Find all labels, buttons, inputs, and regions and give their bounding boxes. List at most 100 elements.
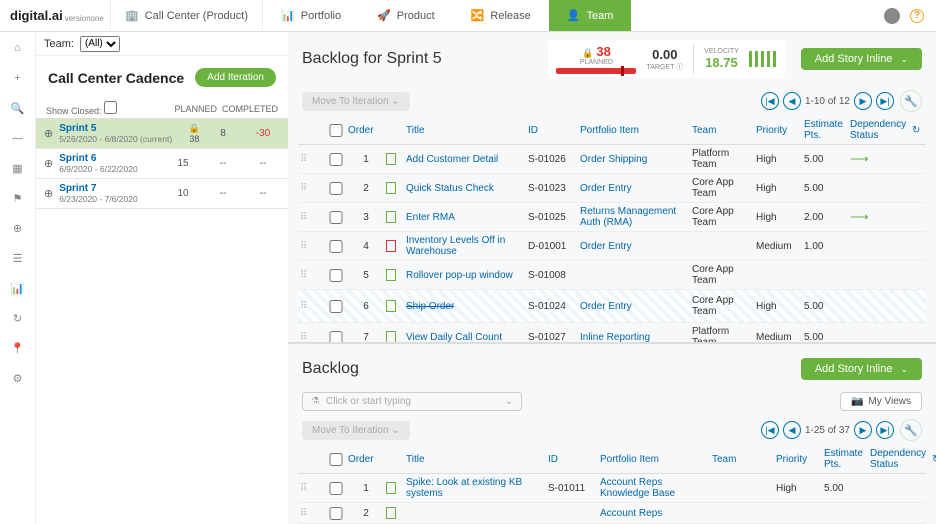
refresh-icon[interactable]: ↻ xyxy=(912,125,936,136)
drag-handle-icon[interactable]: ⠿ xyxy=(300,301,324,312)
expand-icon[interactable]: ⊕ xyxy=(44,187,53,200)
refresh-icon[interactable]: ↻ xyxy=(932,454,936,465)
select-all-checkbox-2[interactable] xyxy=(326,453,346,466)
story-icon xyxy=(386,153,396,165)
expand-icon[interactable]: ⊕ xyxy=(44,127,53,140)
add-story-button-2[interactable]: Add Story Inline⌄ xyxy=(801,358,922,380)
drag-handle-icon[interactable]: ⠿ xyxy=(300,483,324,494)
main-content: Backlog for Sprint 5 38 PLANNED 0.00 TAR… xyxy=(288,32,936,524)
wrench-icon[interactable]: 🔧 xyxy=(900,90,922,112)
sprint-backlog-grid: Order Title ID Portfolio Item Team Prior… xyxy=(288,116,936,342)
next-page-button[interactable]: ▶ xyxy=(854,421,872,439)
grid-icon[interactable]: ▦ xyxy=(10,160,26,176)
drag-handle-icon[interactable]: ⠿ xyxy=(300,332,324,343)
filter-input[interactable]: ⚗ Click or start typing ⌄ xyxy=(302,392,522,411)
row-checkbox[interactable] xyxy=(326,153,346,166)
story-title-link[interactable]: Spike: Look at existing KB systems xyxy=(406,477,546,499)
wrench-icon[interactable]: 🔧 xyxy=(900,419,922,441)
row-checkbox[interactable] xyxy=(326,507,346,520)
tab-team[interactable]: 👤Team xyxy=(549,0,632,31)
tab-release[interactable]: 🔀Release xyxy=(453,0,549,31)
expand-icon[interactable]: ⊕ xyxy=(44,157,53,170)
context-selector[interactable]: 🏢 Call Center (Product) xyxy=(110,0,263,31)
table-row: ⠿ 1 Spike: Look at existing KB systems S… xyxy=(298,474,926,503)
drag-handle-icon[interactable]: ⠿ xyxy=(300,183,324,194)
sprint-row[interactable]: ⊕ Sprint 6 6/9/2020 - 6/22/2020 15 -- -- xyxy=(36,149,288,179)
search-icon[interactable]: 🔍 xyxy=(10,100,26,116)
dependency-status-icon: ⟶ xyxy=(850,209,910,225)
globe-icon[interactable]: ⊕ xyxy=(10,220,26,236)
prev-page-button[interactable]: ◀ xyxy=(783,421,801,439)
row-checkbox[interactable] xyxy=(326,269,346,282)
select-all-checkbox[interactable] xyxy=(326,124,346,137)
story-icon xyxy=(386,507,396,519)
chart-icon[interactable]: 📊 xyxy=(10,280,26,296)
team-label: Team: xyxy=(44,38,74,50)
drag-handle-icon[interactable]: ⠿ xyxy=(300,154,324,165)
table-row: ⠿ 1 Add Customer Detail S-01026 Order Sh… xyxy=(298,145,926,174)
portfolio-item-link[interactable]: Account Reps xyxy=(600,508,710,519)
prev-page-button[interactable]: ◀ xyxy=(783,92,801,110)
row-checkbox[interactable] xyxy=(326,331,346,343)
portfolio-item-link[interactable]: Inline Reporting xyxy=(580,332,690,343)
move-to-iteration-button[interactable]: Move To Iteration ⌄ xyxy=(302,92,410,111)
story-icon xyxy=(386,300,396,312)
person-icon: 👤 xyxy=(567,9,581,22)
pager: |◀ ◀ 1-10 of 12 ▶ ▶| xyxy=(761,92,894,110)
plus-icon[interactable]: + xyxy=(10,70,26,86)
drag-handle-icon[interactable]: ⠿ xyxy=(300,241,324,252)
last-page-button[interactable]: ▶| xyxy=(876,92,894,110)
history-icon[interactable]: ↻ xyxy=(10,310,26,326)
sprint-row[interactable]: ⊕ Sprint 7 6/23/2020 - 7/6/2020 10 -- -- xyxy=(36,179,288,209)
pulse-icon[interactable]: ⁓ xyxy=(10,130,26,146)
avatar[interactable] xyxy=(884,8,900,24)
story-title-link[interactable]: Inventory Levels Off in Warehouse xyxy=(406,235,526,257)
portfolio-item-link[interactable]: Order Entry xyxy=(580,183,690,194)
move-to-iteration-button-2[interactable]: Move To Iteration ⌄ xyxy=(302,421,410,440)
pager-2: |◀ ◀ 1-25 of 37 ▶ ▶| xyxy=(761,421,894,439)
story-title-link[interactable]: Quick Status Check xyxy=(406,183,526,194)
home-icon[interactable]: ⌂ xyxy=(10,40,26,56)
row-checkbox[interactable] xyxy=(326,211,346,224)
portfolio-item-link[interactable]: Order Entry xyxy=(580,241,690,252)
list-icon[interactable]: ☰ xyxy=(10,250,26,266)
first-page-button[interactable]: |◀ xyxy=(761,92,779,110)
show-closed-checkbox[interactable] xyxy=(104,101,117,114)
sprint-row[interactable]: ⊕ Sprint 5 5/26/2020 - 6/8/2020 (current… xyxy=(36,119,288,149)
table-row: ⠿ 2 Quick Status Check S-01023 Order Ent… xyxy=(298,174,926,203)
next-page-button[interactable]: ▶ xyxy=(854,92,872,110)
first-page-button[interactable]: |◀ xyxy=(761,421,779,439)
story-title-link[interactable]: Add Customer Detail xyxy=(406,154,526,165)
drag-handle-icon[interactable]: ⠿ xyxy=(300,212,324,223)
row-checkbox[interactable] xyxy=(326,182,346,195)
camera-icon: 📷 xyxy=(851,396,863,407)
flag-icon[interactable]: ⚑ xyxy=(10,190,26,206)
row-checkbox[interactable] xyxy=(326,482,346,495)
building-icon: 🏢 xyxy=(125,9,139,22)
tab-portfolio[interactable]: 📊Portfolio xyxy=(263,0,359,31)
story-title-link[interactable]: Ship Order xyxy=(406,301,526,312)
cadence-title: Call Center Cadence xyxy=(48,70,184,86)
portfolio-item-link[interactable]: Order Entry xyxy=(580,301,690,312)
left-panel: Team: (All) Call Center Cadence Add Iter… xyxy=(36,32,288,524)
story-title-link[interactable]: Rollover pop-up window xyxy=(406,270,526,281)
portfolio-icon: 📊 xyxy=(281,9,295,22)
add-iteration-button[interactable]: Add Iteration xyxy=(195,68,276,87)
row-checkbox[interactable] xyxy=(326,240,346,253)
portfolio-item-link[interactable]: Order Shipping xyxy=(580,154,690,165)
gear-icon[interactable]: ⚙ xyxy=(10,370,26,386)
help-icon[interactable]: ? xyxy=(910,9,924,23)
tab-product[interactable]: 🚀Product xyxy=(359,0,453,31)
team-select[interactable]: (All) xyxy=(80,36,120,52)
last-page-button[interactable]: ▶| xyxy=(876,421,894,439)
drag-handle-icon[interactable]: ⠿ xyxy=(300,270,324,281)
story-title-link[interactable]: View Daily Call Count xyxy=(406,332,526,343)
portfolio-item-link[interactable]: Account Reps Knowledge Base xyxy=(600,477,710,499)
pin-icon[interactable]: 📍 xyxy=(10,340,26,356)
add-story-button[interactable]: Add Story Inline⌄ xyxy=(801,48,922,70)
story-title-link[interactable]: Enter RMA xyxy=(406,212,526,223)
my-views-button[interactable]: 📷My Views xyxy=(840,392,922,411)
portfolio-item-link[interactable]: Returns Management Auth (RMA) xyxy=(580,206,690,228)
drag-handle-icon[interactable]: ⠿ xyxy=(300,508,324,519)
row-checkbox[interactable] xyxy=(326,300,346,313)
